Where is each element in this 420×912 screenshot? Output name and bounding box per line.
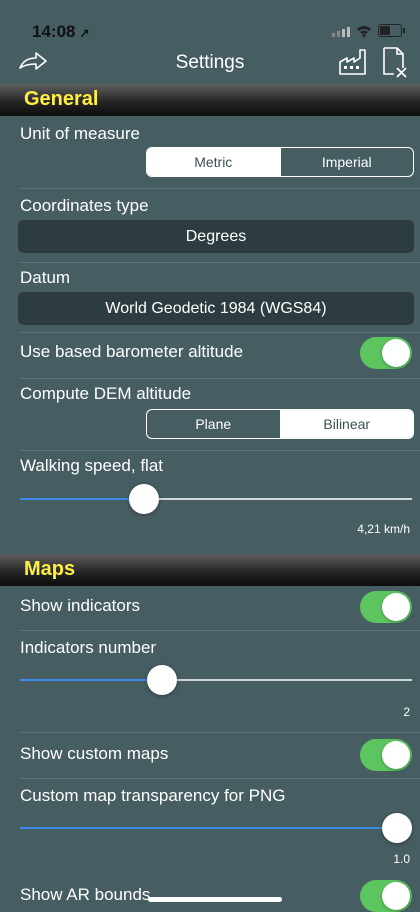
toggle-knob [382, 882, 410, 910]
divider [20, 262, 420, 263]
barometer-altitude-toggle[interactable] [360, 337, 412, 369]
wifi-icon [357, 25, 371, 37]
location-arrow-icon: ↗ [79, 26, 90, 40]
slider-fill [20, 679, 162, 681]
factory-icon[interactable] [338, 48, 368, 76]
indicators-number-slider[interactable] [20, 663, 412, 697]
status-bar: 14:08 ↗ [0, 0, 420, 44]
section-title-general: General [24, 88, 99, 110]
divider [20, 450, 420, 451]
walking-speed-slider[interactable] [20, 482, 412, 516]
divider [20, 778, 420, 779]
section-header-maps: Maps [0, 554, 420, 586]
toggle-knob [382, 593, 410, 621]
indicators-number-label: Indicators number [20, 638, 157, 657]
divider [20, 332, 420, 333]
file-close-icon[interactable] [382, 46, 408, 78]
unit-of-measure-label: Unit of measure [20, 124, 140, 143]
status-time: 14:08 ↗ [32, 22, 90, 42]
divider [20, 732, 420, 733]
slider-thumb[interactable] [128, 484, 159, 514]
navigation-bar: Settings [0, 44, 420, 84]
divider [20, 188, 420, 189]
barometer-altitude-label: Use based barometer altitude [20, 342, 244, 361]
cellular-signal-icon [332, 25, 350, 37]
datum-picker[interactable]: World Geodetic 1984 (WGS84) [18, 292, 414, 325]
slider-thumb[interactable] [146, 665, 177, 695]
slider-fill [20, 498, 144, 500]
custom-map-transparency-label: Custom map transparency for PNG [20, 786, 286, 805]
walking-speed-label: Walking speed, flat [20, 456, 163, 475]
show-custom-maps-toggle[interactable] [360, 739, 412, 771]
section-header-general: General [0, 84, 420, 116]
dem-altitude-segmented-control: Plane Bilinear [146, 409, 414, 439]
toggle-knob [382, 339, 410, 367]
dem-altitude-label: Compute DEM altitude [20, 384, 192, 403]
unit-imperial-segment[interactable]: Imperial [279, 148, 414, 176]
unit-of-measure-segmented-control: Metric Imperial [146, 147, 414, 177]
battery-icon [378, 24, 405, 37]
datum-label: Datum [20, 268, 71, 287]
coordinates-type-picker[interactable]: Degrees [18, 220, 414, 253]
show-ar-bounds-toggle[interactable] [360, 880, 412, 912]
walking-speed-value: 4,21 km/h [357, 522, 410, 536]
system-icons [332, 24, 405, 37]
show-indicators-toggle[interactable] [360, 591, 412, 623]
divider [20, 378, 420, 379]
show-custom-maps-label: Show custom maps [20, 744, 169, 763]
unit-metric-segment[interactable]: Metric [147, 148, 280, 176]
indicators-number-value: 2 [403, 705, 410, 719]
home-indicator [148, 897, 282, 902]
toggle-knob [382, 741, 410, 769]
slider-thumb[interactable] [382, 813, 412, 843]
section-title-maps: Maps [24, 558, 76, 580]
show-indicators-label: Show indicators [20, 596, 141, 615]
custom-map-transparency-slider[interactable] [20, 811, 412, 845]
dem-plane-segment[interactable]: Plane [147, 410, 280, 438]
coordinates-type-label: Coordinates type [20, 196, 149, 215]
show-ar-bounds-label: Show AR bounds [20, 885, 151, 904]
dem-bilinear-segment[interactable]: Bilinear [279, 410, 413, 438]
status-time-text: 14:08 [32, 22, 76, 41]
slider-fill [20, 827, 397, 829]
custom-map-transparency-value: 1.0 [393, 852, 410, 866]
divider [20, 630, 420, 631]
